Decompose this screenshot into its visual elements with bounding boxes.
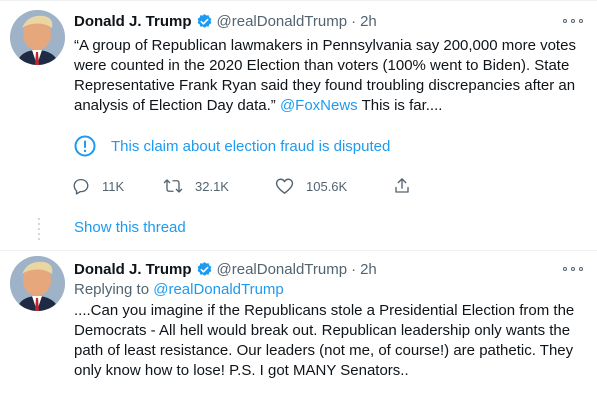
separator-dot: · (351, 12, 357, 30)
retweet-button[interactable]: 32.1K (163, 177, 275, 195)
verified-badge-icon (196, 261, 213, 278)
timestamp[interactable]: 2h (360, 261, 377, 278)
mention-link[interactable]: @FoxNews (280, 97, 358, 114)
show-thread-link[interactable]: Show this thread (74, 219, 186, 236)
separator-dot: · (351, 260, 357, 278)
retweet-count: 32.1K (195, 178, 229, 194)
reply-button[interactable]: 11K (72, 177, 163, 195)
tweet-text: ....Can you imagine if the Republicans s… (74, 302, 575, 379)
notice-text: This claim about election fraud is dispu… (111, 137, 391, 155)
replying-to-label: Replying to (74, 281, 154, 298)
tweet-header: Donald J. Trump @realDonaldTrump · 2h (74, 258, 377, 280)
tweet-text: “A group of Republican lawmakers in Penn… (74, 36, 586, 116)
thread-connector (38, 218, 40, 240)
share-button[interactable] (393, 177, 411, 195)
more-dots-icon[interactable] (563, 14, 583, 28)
exclamation-circle-icon (74, 135, 96, 157)
like-count: 105.6K (306, 178, 348, 194)
heart-icon (275, 177, 294, 195)
timestamp[interactable]: 2h (360, 13, 377, 30)
share-icon (393, 177, 411, 195)
user-handle[interactable]: @realDonaldTrump (217, 13, 348, 30)
tweet-header: Donald J. Trump @realDonaldTrump · 2h (74, 10, 377, 32)
reply-bubble-icon (72, 177, 90, 195)
retweet-icon (163, 177, 183, 195)
disputed-claim-notice[interactable]: This claim about election fraud is dispu… (74, 128, 584, 164)
tweet-text-tail: This is far.... (357, 97, 443, 114)
user-handle[interactable]: @realDonaldTrump (217, 261, 348, 278)
more-dots-icon[interactable] (563, 262, 583, 276)
reply-count: 11K (102, 178, 125, 194)
replying-to: Replying to @realDonaldTrump (74, 281, 284, 298)
display-name[interactable]: Donald J. Trump (74, 261, 192, 278)
replying-to-handle[interactable]: @realDonaldTrump (153, 281, 284, 298)
display-name[interactable]: Donald J. Trump (74, 13, 192, 30)
like-button[interactable]: 105.6K (275, 177, 393, 195)
verified-badge-icon (196, 13, 213, 30)
tweet-actions: 11K 32.1K 105.6K (72, 175, 502, 197)
avatar[interactable] (10, 10, 65, 65)
top-divider (0, 0, 597, 1)
avatar[interactable] (10, 256, 65, 311)
tweet-divider (0, 250, 597, 251)
